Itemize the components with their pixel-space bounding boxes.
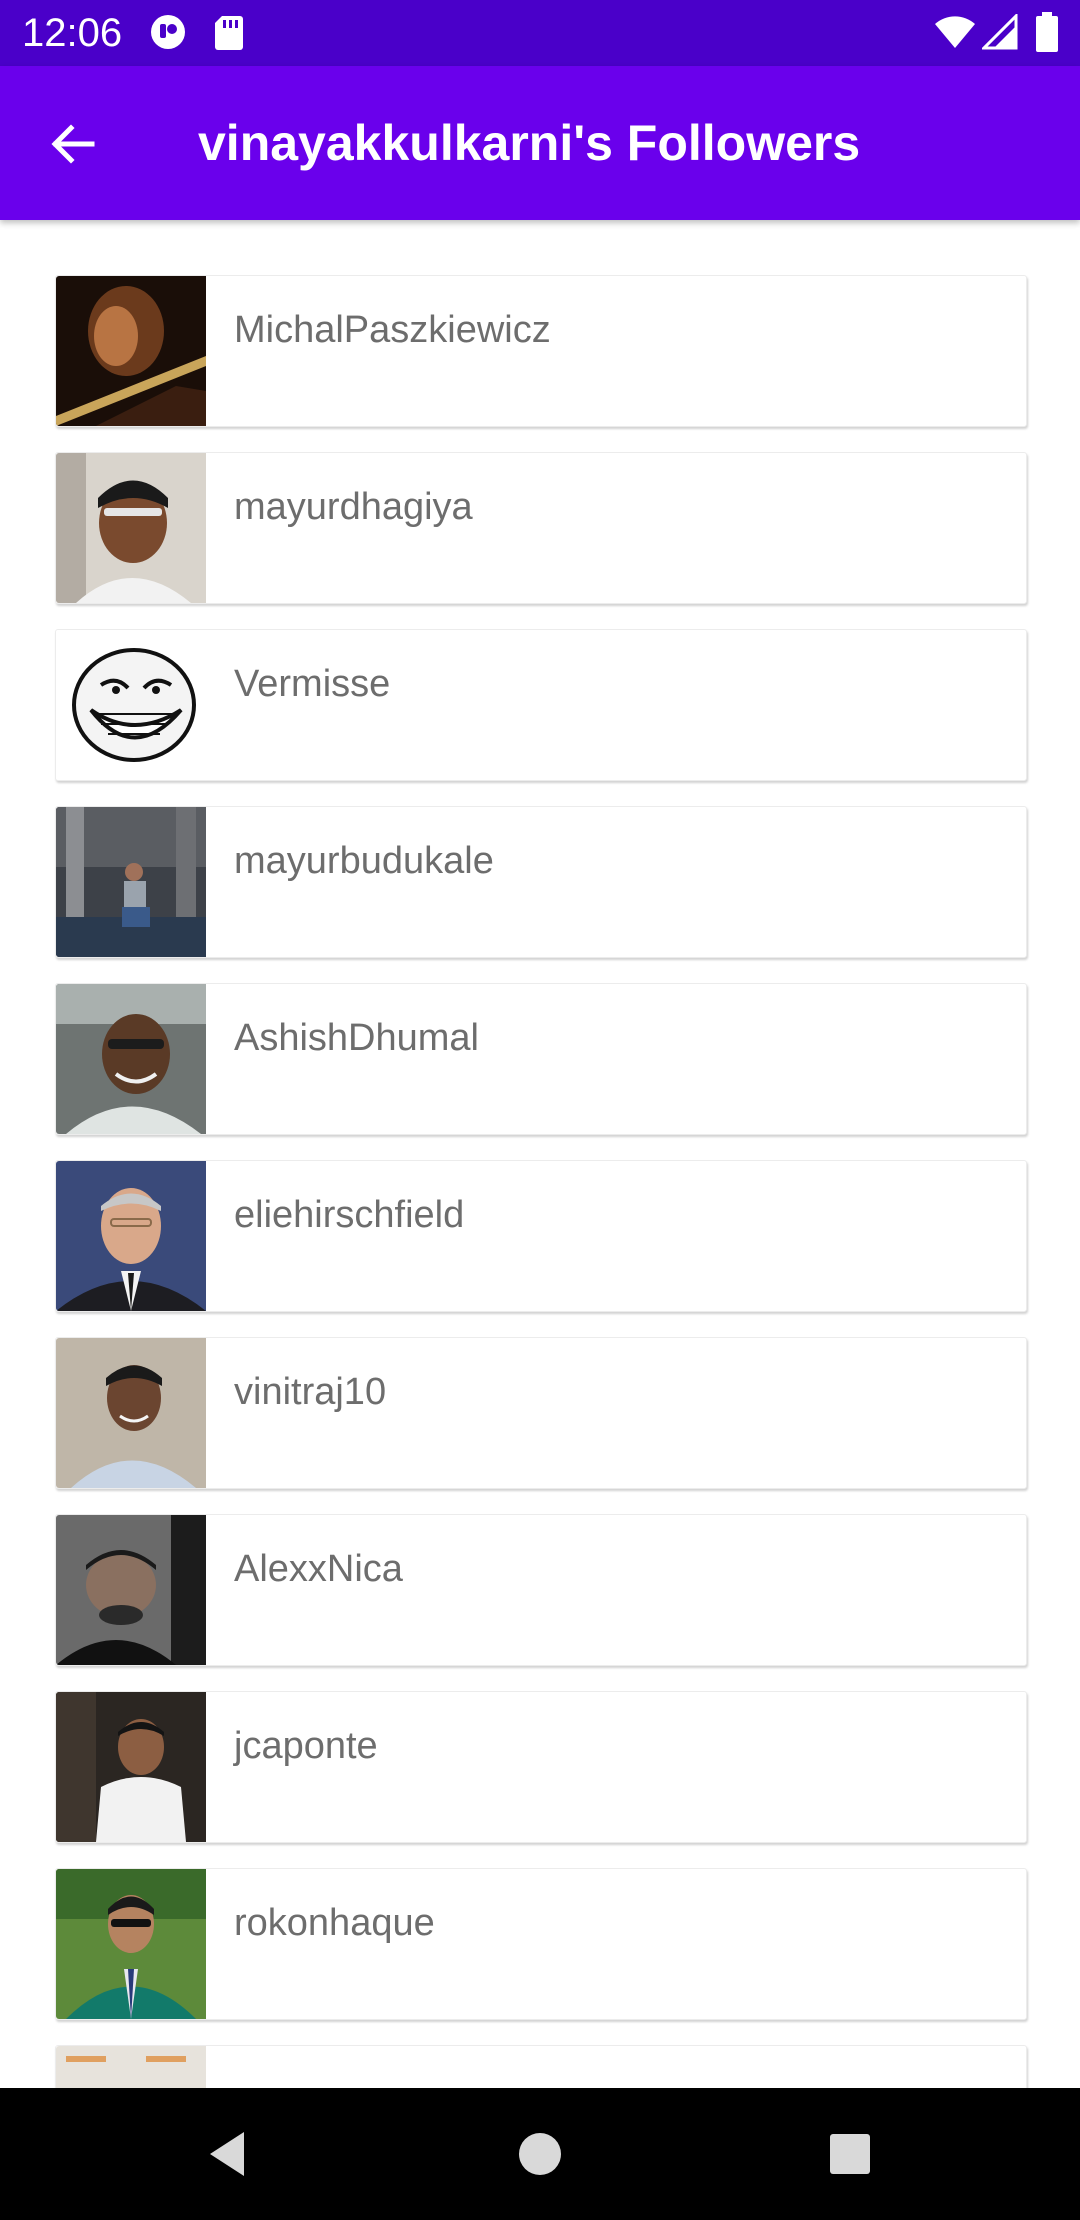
back-button[interactable] xyxy=(40,111,106,177)
follower-row[interactable]: Vermisse xyxy=(55,629,1027,781)
recents-square-icon xyxy=(830,2134,870,2174)
navigation-bar xyxy=(0,2088,1080,2220)
avatar xyxy=(56,276,206,426)
follower-row[interactable]: rokonhaque xyxy=(55,1868,1027,2020)
follower-name: rokonhaque xyxy=(234,1902,435,1944)
avatar xyxy=(56,1515,206,1665)
avatar xyxy=(56,1161,206,1311)
avatar xyxy=(56,453,206,603)
page-title: vinayakkulkarni's Followers xyxy=(198,115,861,171)
follower-row[interactable]: AshishDhumal xyxy=(55,983,1027,1135)
notification-app-icon xyxy=(150,14,186,55)
nav-recents-button[interactable] xyxy=(820,2124,880,2184)
battery-icon xyxy=(1036,12,1058,57)
follower-row[interactable]: MichalPaszkiewicz xyxy=(55,275,1027,427)
avatar xyxy=(56,1338,206,1488)
follower-row[interactable] xyxy=(55,2045,1027,2088)
follower-row[interactable]: AlexxNica xyxy=(55,1514,1027,1666)
avatar xyxy=(56,1692,206,1842)
back-triangle-icon xyxy=(210,2132,244,2176)
wifi-icon xyxy=(934,14,976,55)
follower-name: mayurdhagiya xyxy=(234,486,473,528)
avatar xyxy=(56,984,206,1134)
status-time: 12:06 xyxy=(22,11,123,55)
follower-name: AshishDhumal xyxy=(234,1017,479,1059)
avatar xyxy=(56,630,206,780)
nav-home-button[interactable] xyxy=(510,2124,570,2184)
avatar xyxy=(56,2046,206,2088)
follower-row[interactable]: mayurdhagiya xyxy=(55,452,1027,604)
sd-card-icon xyxy=(214,14,244,55)
follower-row[interactable]: eliehirschfield xyxy=(55,1160,1027,1312)
followers-list[interactable]: MichalPaszkiewicz mayurdhagiya Vermisse … xyxy=(0,220,1080,2088)
avatar xyxy=(56,1869,206,2019)
follower-row[interactable]: vinitraj10 xyxy=(55,1337,1027,1489)
follower-row[interactable]: jcaponte xyxy=(55,1691,1027,1843)
follower-name: mayurbudukale xyxy=(234,840,494,882)
follower-name: AlexxNica xyxy=(234,1548,403,1590)
nav-back-button[interactable] xyxy=(200,2124,260,2184)
follower-row[interactable]: mayurbudukale xyxy=(55,806,1027,958)
follower-name: jcaponte xyxy=(234,1725,378,1767)
follower-name: eliehirschfield xyxy=(234,1194,465,1236)
follower-name: Vermisse xyxy=(234,663,391,705)
app-bar: vinayakkulkarni's Followers xyxy=(0,66,1080,220)
arrow-back-icon xyxy=(51,124,95,164)
follower-name: MichalPaszkiewicz xyxy=(234,309,551,351)
cell-signal-icon xyxy=(980,12,1018,55)
follower-name: vinitraj10 xyxy=(234,1371,387,1413)
status-bar: 12:06 xyxy=(0,0,1080,66)
avatar xyxy=(56,807,206,957)
home-circle-icon xyxy=(519,2133,561,2175)
